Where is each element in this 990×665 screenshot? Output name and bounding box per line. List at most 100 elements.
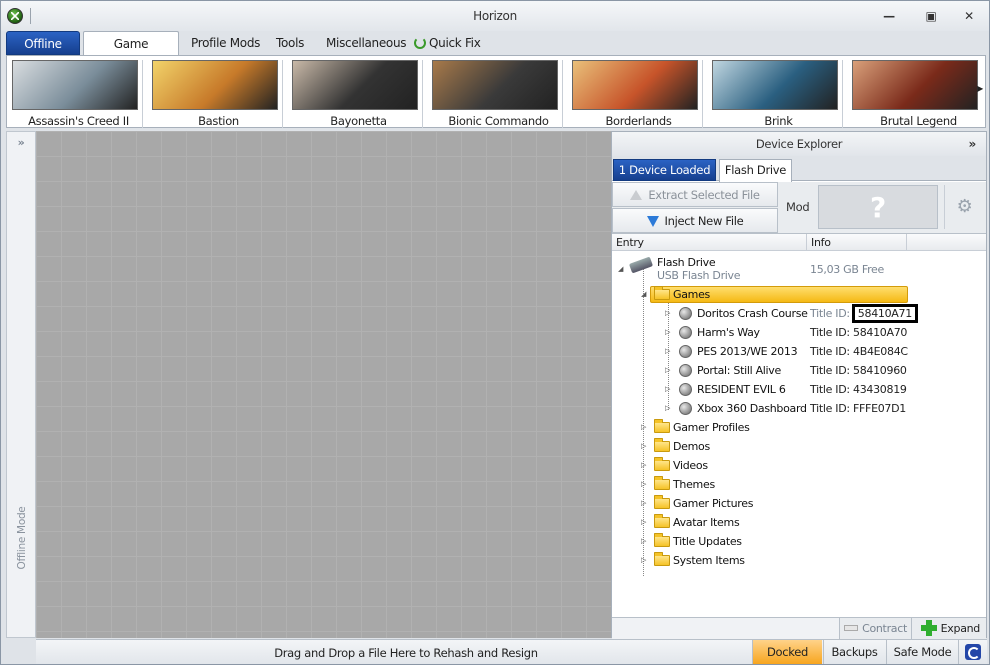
tree-node-flash-drive[interactable]: ◢ Flash Drive USB Flash Drive 15,03 GB F… [612, 254, 986, 286]
title-id: Title ID: FFFE07D1 [810, 399, 906, 418]
expand-button[interactable]: Expand [914, 618, 986, 639]
refresh-icon [414, 37, 426, 49]
expand-arrow-icon[interactable]: ▷ [665, 380, 670, 399]
title-id-label: Title ID: [810, 383, 850, 396]
expand-label: Expand [940, 622, 981, 635]
expand-arrow-icon[interactable]: ▷ [641, 475, 646, 494]
game-tile[interactable]: Brutal Legend [850, 60, 983, 128]
expand-arrow-icon[interactable]: ▷ [641, 513, 646, 532]
tree-node-folder[interactable]: ▷ Gamer Profiles [612, 418, 986, 437]
title-id-label: Title ID: [810, 402, 850, 415]
title-id-value: 58410A70 [853, 326, 908, 339]
gear-icon[interactable]: ⚙ [944, 185, 984, 229]
game-thumbnail [432, 60, 558, 110]
tree-node-folder[interactable]: ▷ Gamer Pictures [612, 494, 986, 513]
tree-node-game[interactable]: ▷ PES 2013/WE 2013 Title ID: 4B4E084C [612, 342, 986, 361]
tree-node-game[interactable]: ▷ Doritos Crash Course Title ID: 58410A71 [612, 304, 986, 323]
title-id-label: Title ID: [810, 326, 850, 339]
folder-label: Gamer Pictures [673, 497, 754, 510]
ribbon-scroll-right-icon[interactable]: ▶ [977, 84, 983, 93]
game-tile[interactable]: Bastion [150, 60, 283, 128]
title-id-label: Title ID: [810, 345, 850, 358]
title-id-value: 4B4E084C [853, 345, 908, 358]
inject-label: Inject New File [664, 214, 744, 228]
tree-node-game[interactable]: ▷ Harm's Way Title ID: 58410A70 [612, 323, 986, 342]
title-id: Title ID: 58410A70 [810, 323, 907, 342]
tab-game-modders[interactable]: Game Modders [83, 31, 179, 75]
expand-arrow-icon[interactable]: ▷ [641, 418, 646, 437]
horizon-help-icon [964, 644, 981, 660]
extract-selected-file-button[interactable]: Extract Selected File [612, 182, 778, 207]
tree-node-game[interactable]: ▷ RESIDENT EVIL 6 Title ID: 43430819 [612, 380, 986, 399]
game-disc-icon [679, 364, 692, 377]
column-divider [906, 234, 907, 251]
tree-node-games[interactable]: ◢ Games [612, 285, 986, 304]
game-tile[interactable]: Bionic Commando [430, 60, 563, 128]
tab-flash-drive[interactable]: Flash Drive [719, 159, 792, 182]
expand-arrow-icon[interactable]: ▷ [641, 437, 646, 456]
tree-node-folder[interactable]: ▷ Avatar Items [612, 513, 986, 532]
expand-arrow-icon[interactable]: ▷ [665, 304, 670, 323]
explorer-search-field[interactable] [612, 618, 840, 639]
tab-offline[interactable]: Offline [6, 31, 80, 55]
minimize-button[interactable]: — [878, 7, 900, 25]
game-tile[interactable]: Bayonetta [290, 60, 423, 128]
inject-new-file-button[interactable]: Inject New File [612, 208, 778, 233]
collapse-explorer-icon[interactable]: » [969, 132, 977, 156]
expand-sidebar-icon[interactable]: » [7, 136, 35, 149]
folder-icon [654, 533, 670, 547]
tree-node-folder[interactable]: ▷ Title Updates [612, 532, 986, 551]
folder-label: Gamer Profiles [673, 421, 750, 434]
tab-profile-mods[interactable]: Profile Mods [185, 31, 266, 55]
mod-thumbnail[interactable]: ? [818, 185, 938, 229]
expand-arrow-icon[interactable]: ▷ [665, 361, 670, 380]
expand-arrow-icon[interactable]: ▷ [641, 532, 646, 551]
column-entry[interactable]: Entry [616, 236, 644, 249]
tab-tools[interactable]: Tools [270, 31, 310, 55]
game-name: Bionic Commando [448, 114, 549, 128]
game-title: PES 2013/WE 2013 [697, 345, 798, 358]
backups-button[interactable]: Backups [823, 640, 885, 664]
device-tree: ◢ Flash Drive USB Flash Drive 15,03 GB F… [612, 252, 986, 614]
tree-node-folder[interactable]: ▷ Videos [612, 456, 986, 475]
tree-node-folder[interactable]: ▷ System Items [612, 551, 986, 570]
explorer-actions: Extract Selected File Inject New File Mo… [612, 182, 986, 234]
folder-label: Avatar Items [673, 516, 740, 529]
tab-miscellaneous[interactable]: Miscellaneous [320, 31, 412, 55]
tree-node-game[interactable]: ▷ Xbox 360 Dashboard Title ID: FFFE07D1 [612, 399, 986, 418]
expand-arrow-icon[interactable]: ▷ [641, 456, 646, 475]
collapse-arrow-icon[interactable]: ◢ [641, 285, 646, 304]
tree-column-headers: Entry Info [612, 234, 986, 251]
docked-button[interactable]: Docked [752, 640, 822, 664]
maximize-button[interactable]: ▣ [920, 7, 942, 25]
expand-arrow-icon[interactable]: ▷ [665, 342, 670, 361]
tab-quick-fix[interactable]: Quick Fix [408, 31, 487, 55]
tree-node-game[interactable]: ▷ Portal: Still Alive Title ID: 58410960 [612, 361, 986, 380]
tree-node-folder[interactable]: ▷ Demos [612, 437, 986, 456]
status-bar: Drag and Drop a File Here to Rehash and … [36, 639, 987, 664]
expand-arrow-icon[interactable]: ▷ [641, 551, 646, 570]
close-button[interactable]: ✕ [958, 7, 980, 25]
mod-label: Mod [786, 200, 810, 214]
collapse-arrow-icon[interactable]: ◢ [618, 260, 623, 279]
game-tile[interactable]: Brink [710, 60, 843, 128]
tab-devices-loaded[interactable]: 1 Device Loaded [613, 159, 716, 181]
help-button[interactable] [958, 640, 986, 664]
contract-label: Contract [862, 622, 907, 635]
expand-arrow-icon[interactable]: ▷ [665, 323, 670, 342]
contract-button[interactable]: Contract [841, 618, 912, 639]
game-tile[interactable]: Assassin's Creed II [10, 60, 143, 128]
column-info[interactable]: Info [806, 234, 831, 251]
drop-workspace[interactable] [36, 131, 611, 638]
expand-arrow-icon[interactable]: ▷ [641, 494, 646, 513]
game-tile[interactable]: Borderlands [570, 60, 703, 128]
tab-quick-fix-label: Quick Fix [429, 36, 481, 50]
arrow-up-icon [630, 190, 643, 200]
plus-icon [920, 620, 937, 636]
expand-arrow-icon[interactable]: ▷ [665, 399, 670, 418]
game-disc-icon [679, 345, 692, 358]
usb-drive-icon [628, 256, 654, 274]
safe-mode-button[interactable]: Safe Mode [886, 640, 958, 664]
title-id-value: FFFE07D1 [853, 402, 906, 415]
tree-node-folder[interactable]: ▷ Themes [612, 475, 986, 494]
